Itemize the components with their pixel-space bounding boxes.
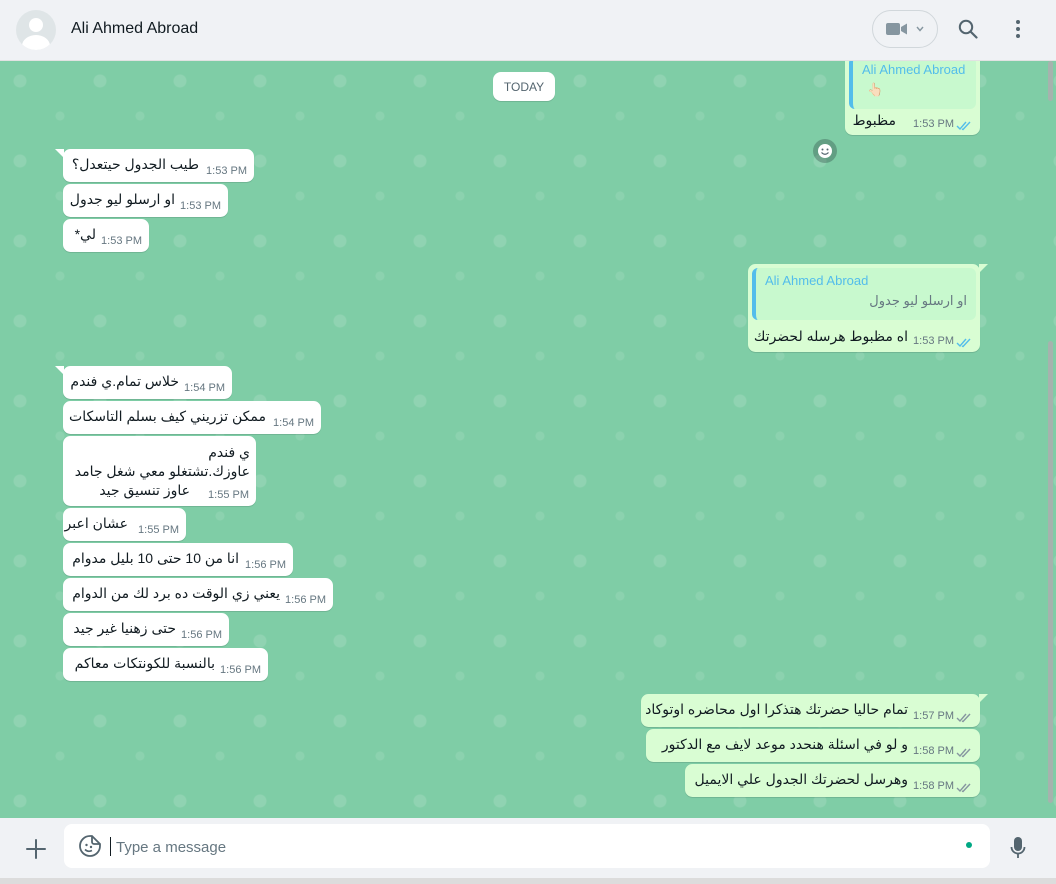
message-text: لي*: [74, 226, 96, 242]
composer-bar: [0, 818, 1056, 884]
message-time: 1:56 PM: [245, 559, 286, 571]
contact-avatar[interactable]: [16, 10, 56, 50]
quoted-message[interactable]: Ali Ahmed Abroad 👆🏻: [849, 61, 976, 109]
text-caret: [110, 837, 111, 856]
message-time: 1:57 PM: [913, 710, 954, 722]
message-text: او ارسلو ليو جدول: [69, 191, 175, 207]
menu-button[interactable]: [1006, 17, 1030, 41]
message-time: 1:55 PM: [138, 524, 179, 536]
message-input-box[interactable]: [64, 824, 990, 868]
incoming-message[interactable]: ممكن تزريني كيف بسلم التاسكات 1:54 PM: [63, 401, 321, 434]
scrollbar-thumb[interactable]: [1048, 341, 1053, 803]
message-text: خلاس تمام.ي فندم: [70, 373, 179, 389]
sticker-icon[interactable]: [78, 834, 102, 858]
quote-author: Ali Ahmed Abroad: [765, 273, 869, 288]
outgoing-message[interactable]: Ali Ahmed Abroad 👆🏻 مظبوط 1:53 PM: [845, 61, 980, 135]
chat-header: Ali Ahmed Abroad: [0, 0, 1056, 61]
message-time: 1:58 PM: [913, 745, 954, 757]
status-dot: [966, 842, 972, 848]
message-text: و لو في اسئلة هنحدد موعد لايف مع الدكتور: [661, 736, 908, 752]
incoming-message[interactable]: انا من 10 حتى 10 بليل مدوام 1:56 PM: [63, 543, 293, 576]
contact-name[interactable]: Ali Ahmed Abroad: [71, 20, 198, 38]
message-time: 1:53 PM: [101, 235, 142, 247]
message-text: عشان اعبر: [64, 515, 128, 531]
outgoing-message[interactable]: و لو في اسئلة هنحدد موعد لايف مع الدكتور…: [646, 729, 980, 762]
microphone-icon: [1010, 837, 1026, 858]
incoming-message[interactable]: خلاس تمام.ي فندم 1:54 PM: [55, 366, 232, 399]
message-text: مظبوط: [852, 112, 896, 128]
smiley-icon: [818, 144, 832, 158]
outgoing-message[interactable]: تمام حاليا حضرتك هتذكرا اول محاضره اوتوك…: [641, 694, 988, 727]
scrollbar-top[interactable]: [1048, 61, 1053, 101]
double-check-icon: [956, 338, 971, 348]
quote-text: 👆🏻: [867, 82, 884, 97]
outgoing-message[interactable]: Ali Ahmed Abroad او ارسلو ليو جدول اه مظ…: [748, 264, 988, 352]
message-time: 1:58 PM: [913, 780, 954, 792]
incoming-message[interactable]: ي فندم عاوزك.تشتغلو معي شغل جامد عاوز تن…: [63, 436, 256, 506]
message-text: طيب الجدول حيتعدل؟: [71, 156, 199, 172]
voice-message-button[interactable]: [1006, 834, 1030, 862]
video-call-button[interactable]: [872, 10, 938, 48]
kebab-menu-icon: [1016, 20, 1020, 38]
plus-icon: [26, 839, 46, 859]
double-check-icon: [956, 713, 971, 723]
double-check-icon: [956, 748, 971, 758]
chat-area[interactable]: TODAY Ali Ahmed Abroad 👆🏻 مظبوط 1:53 PM …: [0, 61, 1056, 818]
window-bottom-edge: [0, 878, 1056, 884]
message-time: 1:54 PM: [184, 382, 225, 394]
quoted-message[interactable]: Ali Ahmed Abroad او ارسلو ليو جدول: [752, 268, 976, 320]
reaction-button[interactable]: [813, 139, 837, 163]
message-text: تمام حاليا حضرتك هتذكرا اول محاضره اوتوك…: [645, 701, 908, 717]
message-time: 1:56 PM: [220, 664, 261, 676]
search-button[interactable]: [956, 17, 980, 41]
message-time: 1:55 PM: [208, 489, 249, 501]
outgoing-message[interactable]: وهرسل لحضرتك الجدول علي الايميل 1:58 PM: [685, 764, 980, 797]
quote-text: او ارسلو ليو جدول: [869, 293, 967, 308]
message-text: انا من 10 حتى 10 بليل مدوام: [72, 550, 239, 566]
double-check-icon: [956, 783, 971, 793]
incoming-message[interactable]: عشان اعبر 1:55 PM: [63, 508, 186, 541]
message-text: وهرسل لحضرتك الجدول علي الايميل: [694, 771, 908, 787]
incoming-message[interactable]: لي* 1:53 PM: [63, 219, 149, 252]
message-time: 1:53 PM: [206, 165, 247, 177]
incoming-message[interactable]: بالنسبة للكونتكات معاكم 1:56 PM: [63, 648, 268, 681]
incoming-message[interactable]: طيب الجدول حيتعدل؟ 1:53 PM: [55, 149, 254, 182]
attach-button[interactable]: [22, 835, 50, 863]
message-text: يعني زي الوقت ده برد لك من الدوام: [72, 585, 280, 601]
message-text: اه مظبوط هرسله لحضرتك: [753, 328, 908, 344]
message-text: بالنسبة للكونتكات معاكم: [74, 655, 215, 671]
incoming-message[interactable]: حتى زهنيا غير جيد 1:56 PM: [63, 613, 229, 646]
search-icon: [958, 19, 978, 39]
quote-author: Ali Ahmed Abroad: [862, 62, 966, 77]
message-time: 1:53 PM: [913, 118, 954, 130]
double-check-icon: [956, 121, 971, 131]
video-camera-icon: [886, 23, 907, 35]
chevron-down-icon: [916, 26, 924, 32]
message-time: 1:56 PM: [181, 629, 222, 641]
message-text: ممكن تزريني كيف بسلم التاسكات: [69, 408, 266, 424]
incoming-message[interactable]: او ارسلو ليو جدول 1:53 PM: [63, 184, 228, 217]
message-input[interactable]: [114, 826, 958, 868]
incoming-message[interactable]: يعني زي الوقت ده برد لك من الدوام 1:56 P…: [63, 578, 333, 611]
message-time: 1:56 PM: [285, 594, 326, 606]
date-separator: TODAY: [493, 72, 555, 101]
message-time: 1:54 PM: [273, 417, 314, 429]
message-time: 1:53 PM: [180, 200, 221, 212]
message-text: حتى زهنيا غير جيد: [73, 620, 176, 636]
message-time: 1:53 PM: [913, 335, 954, 347]
